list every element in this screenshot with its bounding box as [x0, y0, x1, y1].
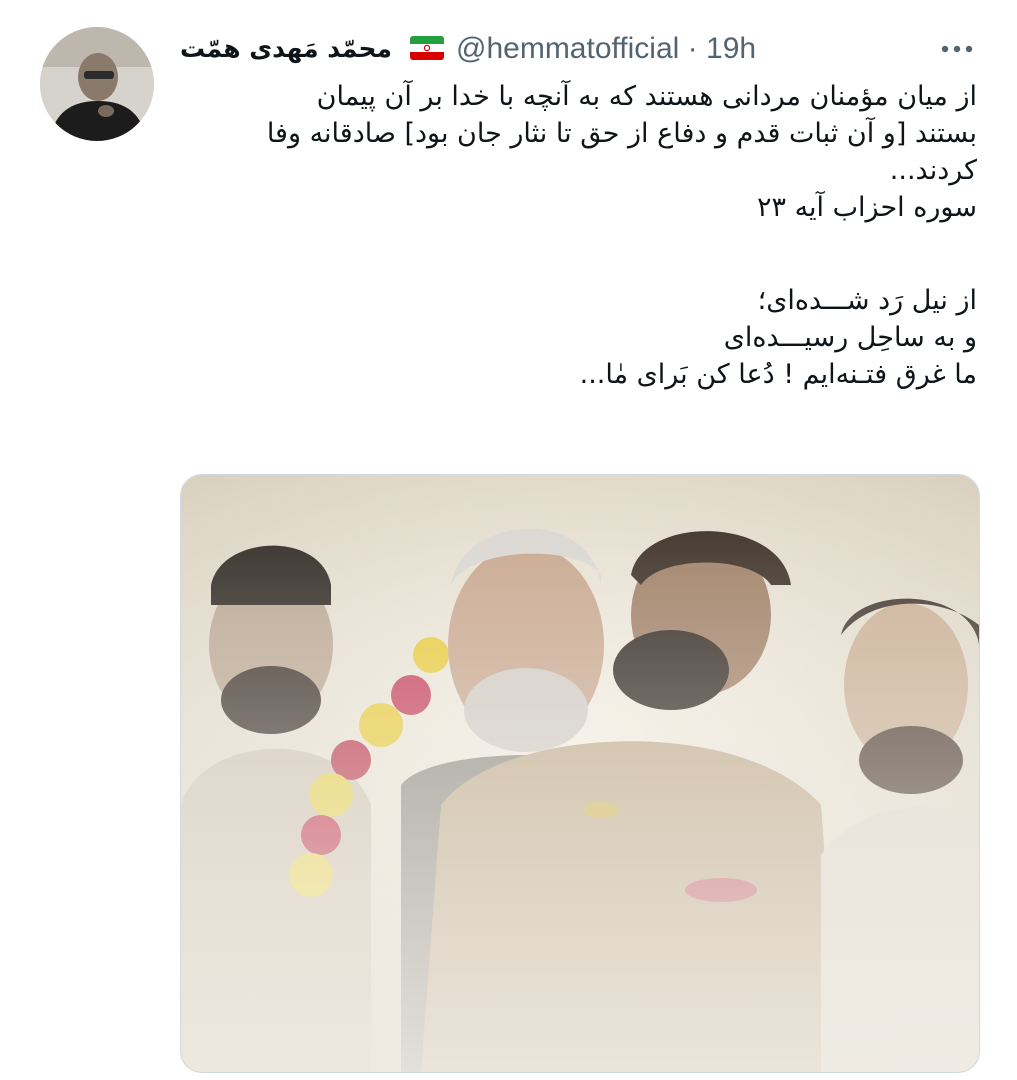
tweet-text-line: ما غرق فتـنه‌ایم ! دُعا کن بَرای مٰا... [579, 359, 977, 390]
separator-dot: · [687, 32, 698, 65]
author-display-name[interactable]: محمّد مَهدی همّت [180, 34, 392, 63]
tweet-photo[interactable] [180, 474, 980, 1073]
tweet-text-line: و به ساحِل رسیـــده‌ای [723, 322, 977, 353]
tweet-text-line: از نیل رَد شـــده‌ای؛ [757, 285, 977, 316]
tweet[interactable]: محمّد مَهدی همّت @hemmatofficial · 19h ا… [0, 0, 1017, 1080]
tweet-text-spacer [177, 226, 977, 282]
more-dots-icon[interactable] [937, 38, 977, 60]
tweet-text: از میان مؤمنان مردانی هستند که به آنچه ب… [177, 78, 977, 393]
author-handle[interactable]: @hemmatofficial [456, 32, 679, 65]
tweet-text-line: سوره احزاب آیه ۲۳ [756, 192, 977, 223]
profile-avatar[interactable] [40, 27, 154, 141]
iran-flag-icon [410, 36, 444, 60]
tweet-text-line: کردند... [889, 155, 977, 186]
tweet-header: محمّد مَهدی همّت @hemmatofficial · 19h [180, 30, 977, 70]
author-handle-and-time[interactable]: @hemmatofficial · 19h [456, 32, 756, 66]
tweet-text-line: بستند [و آن ثبات قدم و دفاع از حق تا نثا… [266, 118, 977, 149]
tweet-timestamp[interactable]: 19h [706, 32, 756, 65]
tweet-text-line: از میان مؤمنان مردانی هستند که به آنچه ب… [316, 81, 977, 112]
